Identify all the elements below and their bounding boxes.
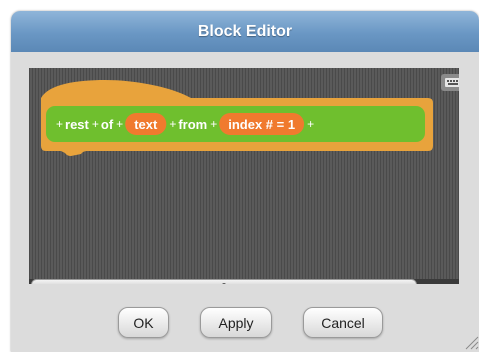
keyboard-button[interactable] (441, 74, 459, 91)
plus-separator[interactable]: + (210, 117, 217, 131)
dialog-title: Block Editor (197, 22, 293, 40)
keyboard-icon (445, 78, 459, 87)
input-slot[interactable]: text (125, 113, 167, 135)
scripts-area[interactable]: + rest + of + text + from + index # = 1 + (29, 68, 459, 284)
block-label-of[interactable]: of (101, 117, 114, 132)
block-label-from[interactable]: from (178, 117, 207, 132)
block-label-rest[interactable]: rest (65, 117, 90, 132)
plus-separator[interactable]: + (92, 117, 99, 131)
ok-button[interactable]: OK (118, 307, 169, 338)
block-editor-dialog: Block Editor + rest + of + text + from + index # … (11, 11, 479, 352)
plus-separator[interactable]: + (56, 117, 63, 131)
horizontal-scrollbar[interactable] (29, 278, 459, 284)
plus-separator[interactable]: + (116, 117, 123, 131)
input-slot[interactable]: index # = 1 (219, 113, 305, 135)
resize-grip-icon[interactable] (462, 333, 479, 350)
scrollbar-thumb[interactable] (31, 279, 417, 284)
block-definition[interactable]: + rest + of + text + from + index # = 1 + (29, 68, 459, 178)
plus-separator[interactable]: + (169, 117, 176, 131)
apply-button[interactable]: Apply (200, 307, 272, 338)
input-slot-label: text (134, 117, 158, 132)
title-bar[interactable]: Block Editor (11, 11, 479, 52)
scrollbar-grip (222, 283, 226, 284)
input-slot-label: index # = 1 (228, 117, 295, 132)
plus-separator[interactable]: + (307, 117, 314, 131)
cancel-button[interactable]: Cancel (303, 307, 383, 338)
